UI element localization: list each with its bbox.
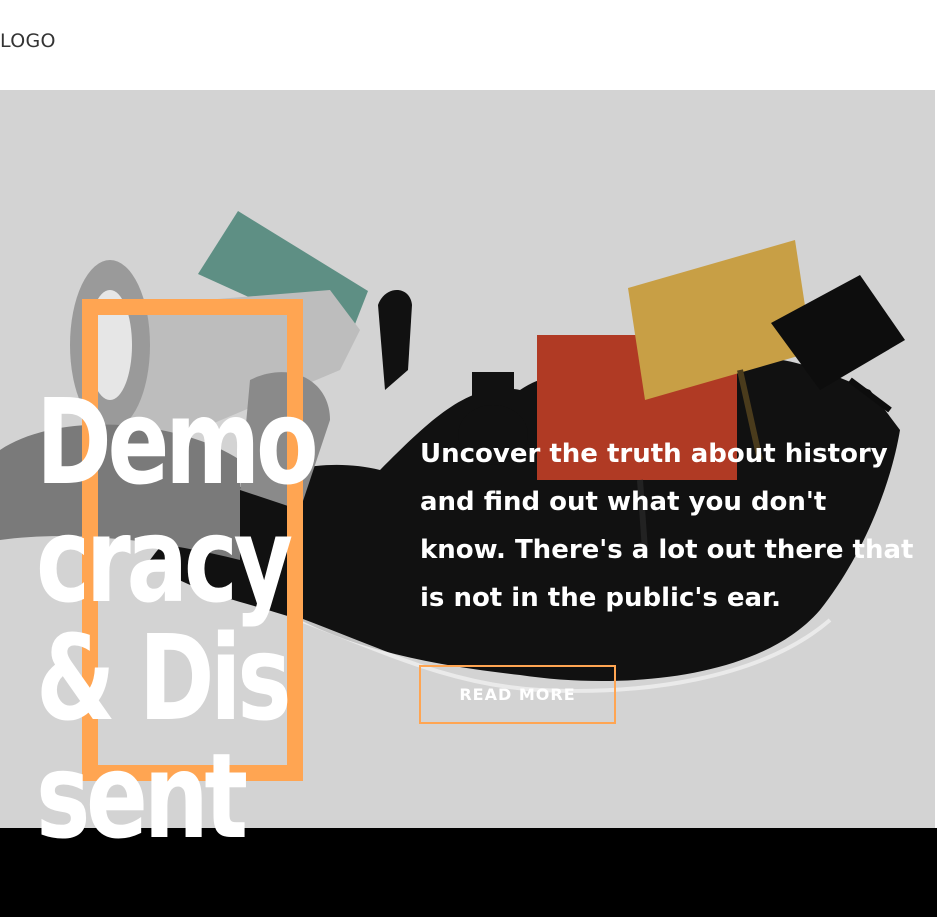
hero-description: Uncover the truth about history and find… — [420, 439, 914, 613]
hero-title: Democracy & Dissent — [36, 373, 319, 865]
site-header: LOGO — [0, 0, 937, 90]
raised-fist — [378, 290, 412, 390]
read-more-button[interactable]: READ MORE — [419, 665, 616, 724]
logo[interactable]: LOGO — [0, 30, 56, 52]
